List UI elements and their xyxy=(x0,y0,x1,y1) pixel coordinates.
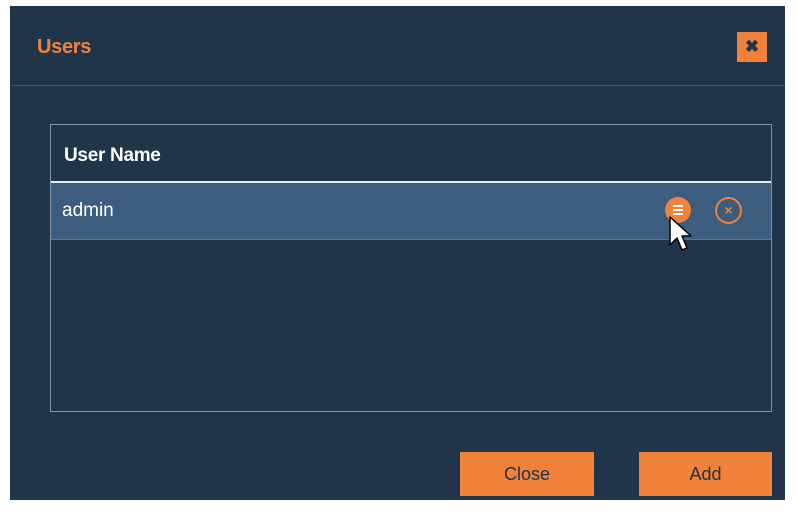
users-table: User Name admin × xyxy=(50,124,772,412)
mouse-pointer-icon xyxy=(669,216,692,251)
column-header-user-name: User Name xyxy=(64,145,161,166)
dialog-header: Users ✖ xyxy=(10,6,785,86)
close-button[interactable]: Close xyxy=(460,452,594,496)
close-dialog-icon[interactable]: ✖ xyxy=(737,32,767,62)
add-button[interactable]: Add xyxy=(639,452,772,496)
table-header: User Name xyxy=(51,125,771,183)
table-row[interactable]: admin × xyxy=(51,183,771,240)
dialog-title: Users xyxy=(37,36,92,58)
close-circle-icon[interactable]: × xyxy=(715,197,742,224)
username-cell: admin xyxy=(62,200,114,221)
